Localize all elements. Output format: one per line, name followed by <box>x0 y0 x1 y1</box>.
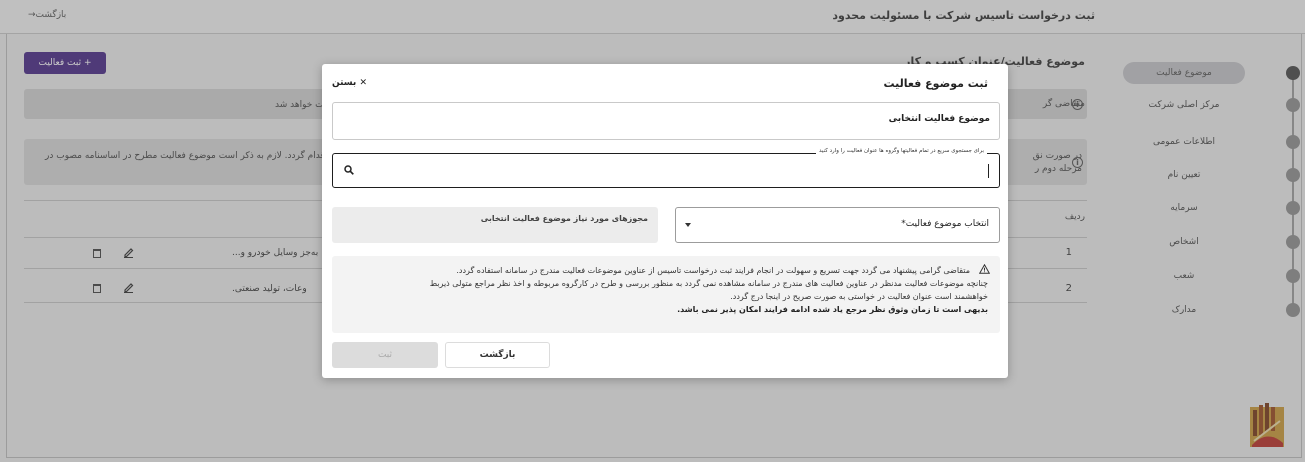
selected-activity-box: موضوع فعالیت انتخابی <box>332 102 1000 140</box>
activity-select-dropdown[interactable]: انتخاب موضوع فعالیت* <box>675 207 1000 243</box>
search-field-legend: برای جستجوی سریع در تمام فعالیتها وگروه … <box>816 148 987 154</box>
selected-activity-label: موضوع فعالیت انتخابی <box>888 114 990 124</box>
dialog-title: ثبت موضوع فعالیت <box>883 77 988 90</box>
notice-line: متقاضی گرامی پیشنهاد می گردد جهت تسریع و… <box>456 266 970 275</box>
submit-button[interactable]: ثبت <box>332 342 438 368</box>
back-button[interactable]: بازگشت <box>445 342 550 368</box>
guidance-notice: متقاضی گرامی پیشنهاد می گردد جهت تسریع و… <box>332 256 1000 333</box>
close-button[interactable]: ✕ بستن <box>332 78 367 88</box>
notice-line: خواهشمند است عنوان فعالیت در خواستی به ص… <box>730 292 988 301</box>
notice-line: بدیهی است تا زمان وثوق نظر مرجع یاد شده … <box>677 305 988 314</box>
activity-search-field[interactable]: برای جستجوی سریع در تمام فعالیتها وگروه … <box>332 148 1000 188</box>
activity-search-input[interactable] <box>363 162 963 180</box>
activity-select-label: انتخاب موضوع فعالیت* <box>901 219 989 229</box>
chevron-down-icon[interactable] <box>685 223 691 227</box>
text-cursor <box>988 164 989 178</box>
notice-line: چنانچه موضوعات فعالیت مدنظر در عناوین فع… <box>429 279 988 288</box>
required-licenses-box: مجوزهای مورد نیاز موضوع فعالیت انتخابی <box>332 207 658 243</box>
activity-subject-dialog: ثبت موضوع فعالیت ✕ بستن موضوع فعالیت انت… <box>322 64 1008 378</box>
search-icon <box>344 165 354 175</box>
guidance-notice-text: متقاضی گرامی پیشنهاد می گردد جهت تسریع و… <box>348 264 988 316</box>
required-licenses-label: مجوزهای مورد نیاز موضوع فعالیت انتخابی <box>480 214 648 223</box>
